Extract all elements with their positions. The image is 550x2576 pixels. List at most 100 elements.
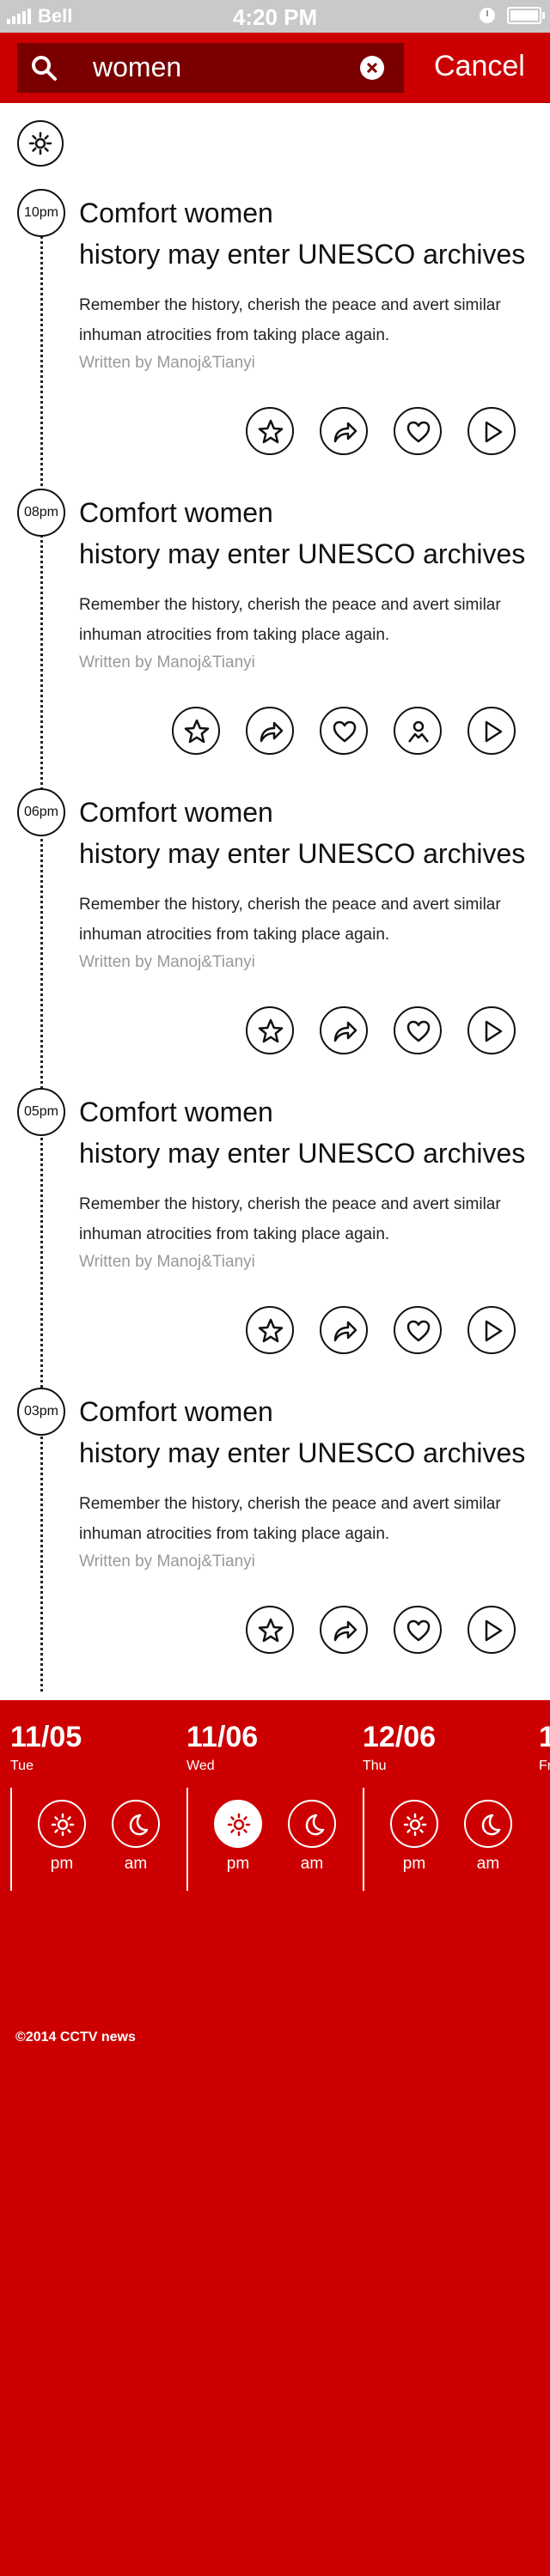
time-slot-am[interactable]: am: [110, 1800, 162, 1874]
date-divider: [186, 1788, 188, 1891]
share-button[interactable]: [320, 1306, 368, 1354]
settings-button[interactable]: [17, 120, 64, 167]
time-badge: 06pm: [17, 788, 65, 836]
heart-button[interactable]: [320, 707, 368, 755]
time-slot-toggle[interactable]: [288, 1800, 336, 1848]
article-author: Written by Manoj&Tianyi: [79, 1253, 255, 1271]
time-slot-toggle[interactable]: [464, 1800, 512, 1848]
article-title-continued[interactable]: history may enter UNESCO archives: [79, 538, 525, 570]
person-button[interactable]: [394, 707, 442, 755]
time-slot-toggle[interactable]: [38, 1800, 86, 1848]
time-slot-toggle[interactable]: [214, 1800, 262, 1848]
share-icon: [333, 422, 358, 443]
star-button[interactable]: [246, 407, 294, 455]
article-author: Written by Manoj&Tianyi: [79, 354, 255, 372]
date-divider: [10, 1788, 12, 1891]
article-card[interactable]: 10pm Comfort women history may enter UNESC…: [0, 189, 550, 472]
article-title-continued[interactable]: history may enter UNESCO archives: [79, 1138, 525, 1170]
heart-button[interactable]: [394, 1306, 442, 1354]
article-title-continued[interactable]: history may enter UNESCO archives: [79, 838, 525, 870]
play-button[interactable]: [468, 1006, 516, 1054]
sun-icon: [51, 1813, 75, 1837]
article-excerpt: Remember the history, cherish the peace …: [79, 296, 501, 344]
article-title[interactable]: Comfort women: [79, 1097, 273, 1128]
play-icon: [485, 421, 503, 443]
time-slot-label: am: [300, 1855, 324, 1873]
search-field[interactable]: women: [17, 43, 404, 93]
heart-button[interactable]: [394, 1006, 442, 1054]
date-label[interactable]: 12/06: [363, 1721, 436, 1754]
time-slot-label: pm: [402, 1855, 426, 1873]
time-slot-toggle[interactable]: [390, 1800, 438, 1848]
date-label[interactable]: 1: [539, 1721, 550, 1754]
time-slot-am[interactable]: am: [462, 1800, 514, 1874]
play-icon: [485, 1320, 503, 1342]
heart-icon: [406, 1020, 431, 1042]
person-icon: [408, 720, 429, 743]
time-slot-toggle[interactable]: [112, 1800, 160, 1848]
share-button[interactable]: [320, 1606, 368, 1654]
play-icon: [485, 720, 503, 743]
time-slot-pm[interactable]: pm: [36, 1800, 88, 1874]
time-slot-am[interactable]: am: [286, 1800, 338, 1874]
article-title-continued[interactable]: history may enter UNESCO archives: [79, 1437, 525, 1469]
date-column: 11/06 Wed pm am: [176, 1717, 352, 1898]
article-card[interactable]: 03pm Comfort women history may enter UNESC…: [0, 1388, 550, 1671]
clear-search-icon[interactable]: [359, 55, 385, 81]
status-time: 4:20 PM: [232, 4, 318, 30]
search-query[interactable]: women: [93, 52, 181, 83]
article-title[interactable]: Comfort women: [79, 197, 273, 229]
search-icon: [32, 56, 57, 81]
status-icons: [480, 7, 545, 24]
time-slot-label: am: [124, 1855, 148, 1873]
star-button[interactable]: [246, 1606, 294, 1654]
article-card[interactable]: 08pm Comfort women history may enter UNESC…: [0, 489, 550, 772]
sun-icon: [227, 1813, 251, 1837]
heart-button[interactable]: [394, 407, 442, 455]
star-button[interactable]: [246, 1306, 294, 1354]
alarm-clock-icon: [480, 8, 495, 23]
weekday-label: Thu: [363, 1759, 387, 1773]
weekday-label: Wed: [186, 1759, 215, 1773]
sun-icon: [403, 1813, 427, 1837]
article-card[interactable]: 06pm Comfort women history may enter UNESC…: [0, 788, 550, 1072]
date-column: 1 Fri: [529, 1717, 550, 1898]
share-icon: [333, 1620, 358, 1642]
play-button[interactable]: [468, 1606, 516, 1654]
date-label[interactable]: 11/05: [10, 1721, 82, 1754]
heart-button[interactable]: [394, 1606, 442, 1654]
time-badge: 10pm: [17, 189, 65, 237]
heart-icon: [406, 1320, 431, 1342]
article-actions: [0, 407, 550, 459]
time-slot-pm[interactable]: pm: [388, 1800, 440, 1874]
article-actions: [0, 1306, 550, 1358]
time-badge: 05pm: [17, 1088, 65, 1136]
article-title[interactable]: Comfort women: [79, 797, 273, 829]
battery-icon: [507, 7, 545, 24]
share-button[interactable]: [246, 707, 294, 755]
article-title[interactable]: Comfort women: [79, 1396, 273, 1428]
play-button[interactable]: [468, 707, 516, 755]
article-actions: [0, 1606, 550, 1657]
star-button[interactable]: [172, 707, 220, 755]
star-icon: [258, 1318, 284, 1343]
article-card[interactable]: 05pm Comfort women history may enter UNESC…: [0, 1088, 550, 1371]
star-icon: [258, 419, 284, 444]
share-button[interactable]: [320, 407, 368, 455]
gear-icon: [28, 131, 52, 155]
date-label[interactable]: 11/06: [186, 1721, 258, 1754]
weekday-label: Tue: [10, 1759, 34, 1773]
star-button[interactable]: [246, 1006, 294, 1054]
time-slot-pm[interactable]: pm: [212, 1800, 264, 1874]
weekday-label: Fri: [539, 1759, 550, 1773]
play-button[interactable]: [468, 407, 516, 455]
star-icon: [258, 1618, 284, 1643]
article-title[interactable]: Comfort women: [79, 497, 273, 529]
play-button[interactable]: [468, 1306, 516, 1354]
moon-icon: [481, 1814, 501, 1836]
article-title-continued[interactable]: history may enter UNESCO archives: [79, 239, 525, 270]
date-navigator-section: 11/05 Tue pm am 11/06 Wed pm am 12/06 Thu pm am 1 Fri…: [0, 1700, 550, 2576]
cancel-button[interactable]: Cancel: [434, 50, 525, 83]
share-button[interactable]: [320, 1006, 368, 1054]
status-bar: Bell 4:20 PM: [0, 0, 550, 33]
